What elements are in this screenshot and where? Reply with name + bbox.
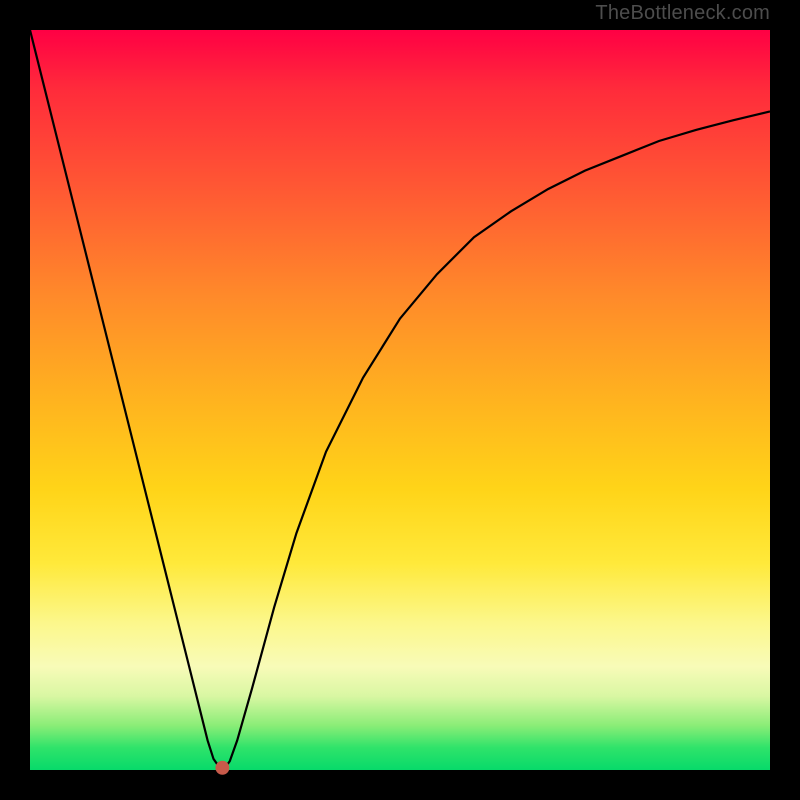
watermark-text: TheBottleneck.com (595, 2, 770, 25)
minimum-marker (215, 761, 229, 775)
curve-layer (30, 30, 770, 770)
plot-area (30, 30, 770, 770)
chart-frame: TheBottleneck.com (0, 0, 800, 800)
bottleneck-curve (30, 30, 770, 768)
